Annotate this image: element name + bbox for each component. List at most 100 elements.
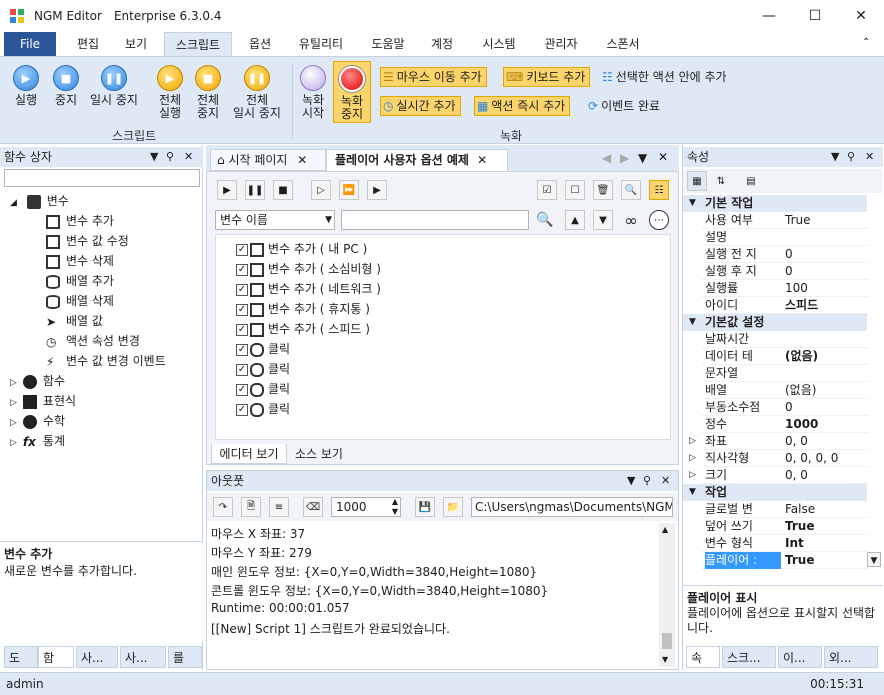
- categorized-icon[interactable]: ▦: [687, 171, 707, 191]
- collapse-ribbon-icon[interactable]: ⌃: [862, 37, 870, 48]
- step-play-button[interactable]: ▷: [311, 180, 331, 200]
- left-bottom-tab[interactable]: 사...: [76, 646, 118, 668]
- tab-start-page[interactable]: ⌂ 시작 페이지 ✕: [210, 149, 326, 171]
- list-item[interactable]: ✓ 변수 추가 ( 내 PC ): [236, 239, 367, 259]
- record-stop-button[interactable]: 녹화 중지: [333, 61, 371, 123]
- collapse-icon[interactable]: ▼: [689, 484, 696, 501]
- file-tab[interactable]: File: [4, 32, 56, 56]
- category-defaults[interactable]: ▼ 기본값 설정: [683, 314, 867, 331]
- expand-icon[interactable]: ▷: [10, 398, 17, 408]
- left-bottom-tab[interactable]: 를: [168, 646, 202, 668]
- collapse-icon[interactable]: ▼: [689, 195, 696, 212]
- search-icon[interactable]: 🔍: [535, 210, 555, 230]
- property-row[interactable]: 사용 여부 True: [701, 212, 869, 229]
- view-source-tab[interactable]: 소스 보기: [289, 444, 349, 464]
- tab-help[interactable]: 도움말: [362, 32, 414, 56]
- right-bottom-tab[interactable]: 속: [686, 646, 720, 668]
- search-icon[interactable]: 🔍: [621, 180, 641, 200]
- list-item[interactable]: ✓ 클릭: [236, 399, 290, 419]
- property-row[interactable]: 덮어 쓰기 True: [701, 518, 869, 535]
- property-row[interactable]: 실행 전 지0: [701, 246, 869, 263]
- tree-node-stats[interactable]: ▷ fx 통계: [10, 431, 65, 451]
- tab-utility[interactable]: 유틸리티: [288, 32, 354, 56]
- close-tab-icon[interactable]: ✕: [297, 153, 307, 167]
- scroll-thumb[interactable]: [662, 633, 672, 649]
- tree-item[interactable]: ◷ 액션 속성 변경: [46, 331, 140, 351]
- property-row[interactable]: 문자열: [701, 365, 869, 382]
- pin-icon[interactable]: ⚲: [643, 471, 651, 491]
- expand-icon[interactable]: ▷: [10, 378, 17, 388]
- action-now-add-button[interactable]: ▦ 액션 즉시 추가: [474, 96, 571, 116]
- checkbox-checked[interactable]: ✓: [236, 363, 248, 376]
- tree-node-function[interactable]: ▷ 함수: [10, 371, 65, 391]
- property-row[interactable]: 데이터 테 (없음): [701, 348, 869, 365]
- tab-edit[interactable]: 편집: [66, 32, 110, 56]
- dropdown-icon[interactable]: ▼: [627, 471, 635, 491]
- stop-all-button[interactable]: ■ 전체 중지: [190, 65, 226, 120]
- close-tab-icon[interactable]: ✕: [477, 153, 487, 167]
- clear-output-button[interactable]: ↷: [213, 497, 233, 517]
- tree-node-variables[interactable]: ◢ 변수: [10, 191, 69, 211]
- close-icon[interactable]: ✕: [184, 147, 193, 167]
- property-row[interactable]: 날짜시간: [701, 331, 869, 348]
- tab-options[interactable]: 옵션: [238, 32, 282, 56]
- stop-button[interactable]: ■: [273, 180, 293, 200]
- pause-button[interactable]: ❚❚ 일시 중지: [86, 65, 142, 107]
- eraser-button[interactable]: ⌫: [303, 497, 323, 517]
- right-bottom-tab[interactable]: 스크...: [722, 646, 776, 668]
- function-search-input[interactable]: [4, 169, 200, 187]
- pause-button[interactable]: ❚❚: [245, 180, 265, 200]
- tree-node-math[interactable]: ▷ 수학: [10, 411, 65, 431]
- close-icon[interactable]: ✕: [865, 147, 874, 167]
- search-field-combo[interactable]: 변수 이름 ▼: [215, 210, 335, 230]
- property-row[interactable]: 정수 1000: [701, 416, 869, 433]
- scroll-left-icon[interactable]: ◀: [602, 151, 611, 165]
- category-basic[interactable]: ▼ 기본 작업: [683, 195, 867, 212]
- play-button[interactable]: ▶: [217, 180, 237, 200]
- checkbox-checked[interactable]: ✓: [236, 323, 248, 336]
- list-item[interactable]: ✓ 변수 추가 ( 네트워크 ): [236, 279, 381, 299]
- check-all-button[interactable]: ☑: [537, 180, 557, 200]
- list-item[interactable]: ✓ 클릭: [236, 379, 290, 399]
- property-pages-icon[interactable]: ▤: [741, 171, 761, 191]
- run-all-button[interactable]: ▶ 전체 실행: [150, 65, 190, 120]
- property-row[interactable]: 글로벌 변 False: [701, 501, 869, 518]
- close-icon[interactable]: ✕: [661, 471, 670, 491]
- tab-view[interactable]: 보기: [114, 32, 158, 56]
- list-item[interactable]: ✓ 클릭: [236, 359, 290, 379]
- property-row[interactable]: ▷ 크기 0, 0: [689, 467, 869, 484]
- list-icon[interactable]: ≡: [269, 497, 289, 517]
- up-arrow-button[interactable]: ▲: [565, 210, 585, 230]
- scroll-up-icon[interactable]: ▲: [662, 525, 668, 534]
- record-start-button[interactable]: 녹화 시작: [296, 65, 330, 120]
- tab-admin[interactable]: 관리자: [534, 32, 588, 56]
- property-row[interactable]: 아이디 스피드: [701, 297, 869, 314]
- search-input[interactable]: [341, 210, 529, 230]
- realtime-add-button[interactable]: ◷ 실시간 추가: [380, 96, 461, 116]
- expand-icon[interactable]: ▷: [689, 467, 696, 484]
- tree-item[interactable]: 변수 추가: [46, 211, 114, 231]
- maximize-button[interactable]: ☐: [792, 0, 838, 32]
- property-row-selected[interactable]: 플레이어 : True ▼: [701, 552, 881, 569]
- tree-item[interactable]: ⚡ 변수 값 변경 이벤트: [46, 351, 166, 371]
- left-bottom-tab[interactable]: 도: [4, 646, 38, 668]
- stop-button[interactable]: ■ 중지: [48, 65, 84, 107]
- expand-icon[interactable]: ▷: [10, 438, 17, 448]
- property-row[interactable]: 변수 형식 Int: [701, 535, 869, 552]
- tab-script[interactable]: 스크립트: [164, 32, 232, 57]
- delete-button[interactable]: 🗑: [593, 180, 613, 200]
- scroll-down-icon[interactable]: ▼: [662, 655, 668, 664]
- checkbox-checked[interactable]: ✓: [236, 283, 248, 296]
- tree-node-expression[interactable]: ▷ 표현식: [10, 391, 76, 411]
- list-item[interactable]: ✓ 변수 추가 ( 스피드 ): [236, 319, 370, 339]
- close-button[interactable]: ✕: [838, 0, 884, 32]
- event-done-button[interactable]: ⟳ 이벤트 완료: [586, 96, 664, 116]
- right-bottom-tab[interactable]: 외...: [824, 646, 878, 668]
- chevron-down-icon[interactable]: ▼: [867, 552, 881, 567]
- add-inside-action-button[interactable]: ☷ 선택한 액션 안에 추가: [600, 67, 731, 87]
- interval-stepper[interactable]: 1000 ▲ ▼: [331, 497, 401, 517]
- run-button[interactable]: ▶ 실행: [8, 65, 44, 107]
- list-item[interactable]: ✓ 변수 추가 ( 휴지통 ): [236, 299, 370, 319]
- step-over-button[interactable]: ▶: [367, 180, 387, 200]
- property-row[interactable]: 배열 (없음): [701, 382, 869, 399]
